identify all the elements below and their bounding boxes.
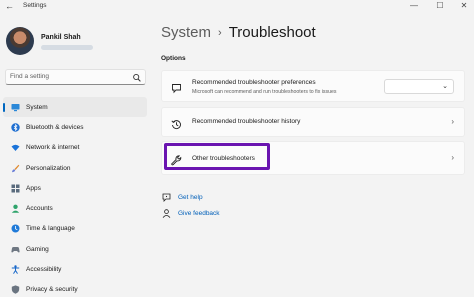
sidebar-item-label: Apps <box>26 184 41 192</box>
sidebar-item-label: Privacy & security <box>26 286 78 294</box>
chevron-right-icon: › <box>451 153 454 162</box>
give-feedback-link[interactable]: Give feedback <box>162 209 220 218</box>
bluetooth-icon <box>11 123 20 132</box>
highlight-box <box>164 143 270 170</box>
sidebar-item-label: Personalization <box>26 164 71 172</box>
active-indicator <box>3 103 5 112</box>
chevron-right-icon: › <box>451 117 454 126</box>
sidebar-item-privacy-security[interactable]: Privacy & security <box>3 280 147 297</box>
sidebar-item-network[interactable]: Network & internet <box>3 138 147 158</box>
get-help-link[interactable]: Get help <box>162 193 203 202</box>
sidebar-item-personalization[interactable]: Personalization <box>3 158 147 178</box>
troubleshooter-preference-dropdown[interactable]: ⌄ <box>384 79 454 94</box>
title-bar: ← Settings — ☐ ✕ <box>0 0 474 14</box>
monitor-icon <box>11 103 20 112</box>
maximize-button[interactable]: ☐ <box>430 0 450 12</box>
app-title: Settings <box>23 2 47 9</box>
link-label: Give feedback <box>178 210 220 217</box>
sidebar-item-apps[interactable]: Apps <box>3 178 147 198</box>
sidebar-item-label: Accessibility <box>26 266 62 274</box>
sidebar-nav: System Bluetooth & devices Network & int… <box>3 97 147 297</box>
sidebar-item-system[interactable]: System <box>3 97 147 118</box>
gamepad-icon <box>11 245 20 254</box>
sidebar-item-label: Bluetooth & devices <box>26 123 84 131</box>
apps-icon <box>11 184 20 193</box>
troubleshooter-preferences-card: Recommended troubleshooter preferences M… <box>161 70 465 102</box>
chevron-down-icon: ⌄ <box>442 83 448 90</box>
search-icon <box>132 71 142 89</box>
avatar <box>6 27 34 55</box>
shield-icon <box>11 285 20 295</box>
breadcrumb-parent[interactable]: System <box>161 24 211 41</box>
link-label: Get help <box>178 194 203 201</box>
breadcrumb: System › Troubleshoot <box>161 24 316 41</box>
sidebar-item-gaming[interactable]: Gaming <box>3 239 147 259</box>
page-title: Troubleshoot <box>228 24 316 41</box>
close-button[interactable]: ✕ <box>454 0 474 12</box>
wifi-icon <box>11 143 20 152</box>
accessibility-icon <box>11 265 20 274</box>
chat-bubble-icon <box>171 81 182 99</box>
back-button[interactable]: ← <box>5 0 14 13</box>
card-title: Recommended troubleshooter history <box>192 118 301 125</box>
paintbrush-icon <box>11 164 20 173</box>
sidebar-item-time-language[interactable]: Time & language <box>3 219 147 239</box>
sidebar-item-label: Accounts <box>26 205 53 213</box>
sidebar-item-accessibility[interactable]: Accessibility <box>3 259 147 279</box>
sidebar-item-label: Gaming <box>26 245 49 253</box>
card-title: Recommended troubleshooter preferences <box>192 79 316 86</box>
card-subtitle: Microsoft can recommend and run troubles… <box>192 89 337 95</box>
sidebar-item-label: Time & language <box>26 225 75 233</box>
feedback-icon <box>162 209 171 218</box>
user-name: Pankil Shah <box>41 34 81 41</box>
minimize-button[interactable]: — <box>404 0 424 12</box>
history-icon <box>171 117 182 135</box>
troubleshooter-history-card[interactable]: Recommended troubleshooter history › <box>161 107 465 137</box>
person-icon <box>11 204 20 213</box>
sidebar-item-accounts[interactable]: Accounts <box>3 198 147 218</box>
sidebar-item-label: System <box>26 103 48 111</box>
search-placeholder: Find a setting <box>10 73 50 80</box>
sidebar-item-bluetooth[interactable]: Bluetooth & devices <box>3 117 147 137</box>
chevron-right-icon: › <box>218 27 222 39</box>
user-email-redacted <box>41 45 93 50</box>
help-icon <box>162 193 171 202</box>
globe-clock-icon <box>11 224 20 233</box>
sidebar-item-label: Network & internet <box>26 144 80 152</box>
section-label: Options <box>161 55 186 62</box>
search-input[interactable]: Find a setting <box>5 69 146 85</box>
